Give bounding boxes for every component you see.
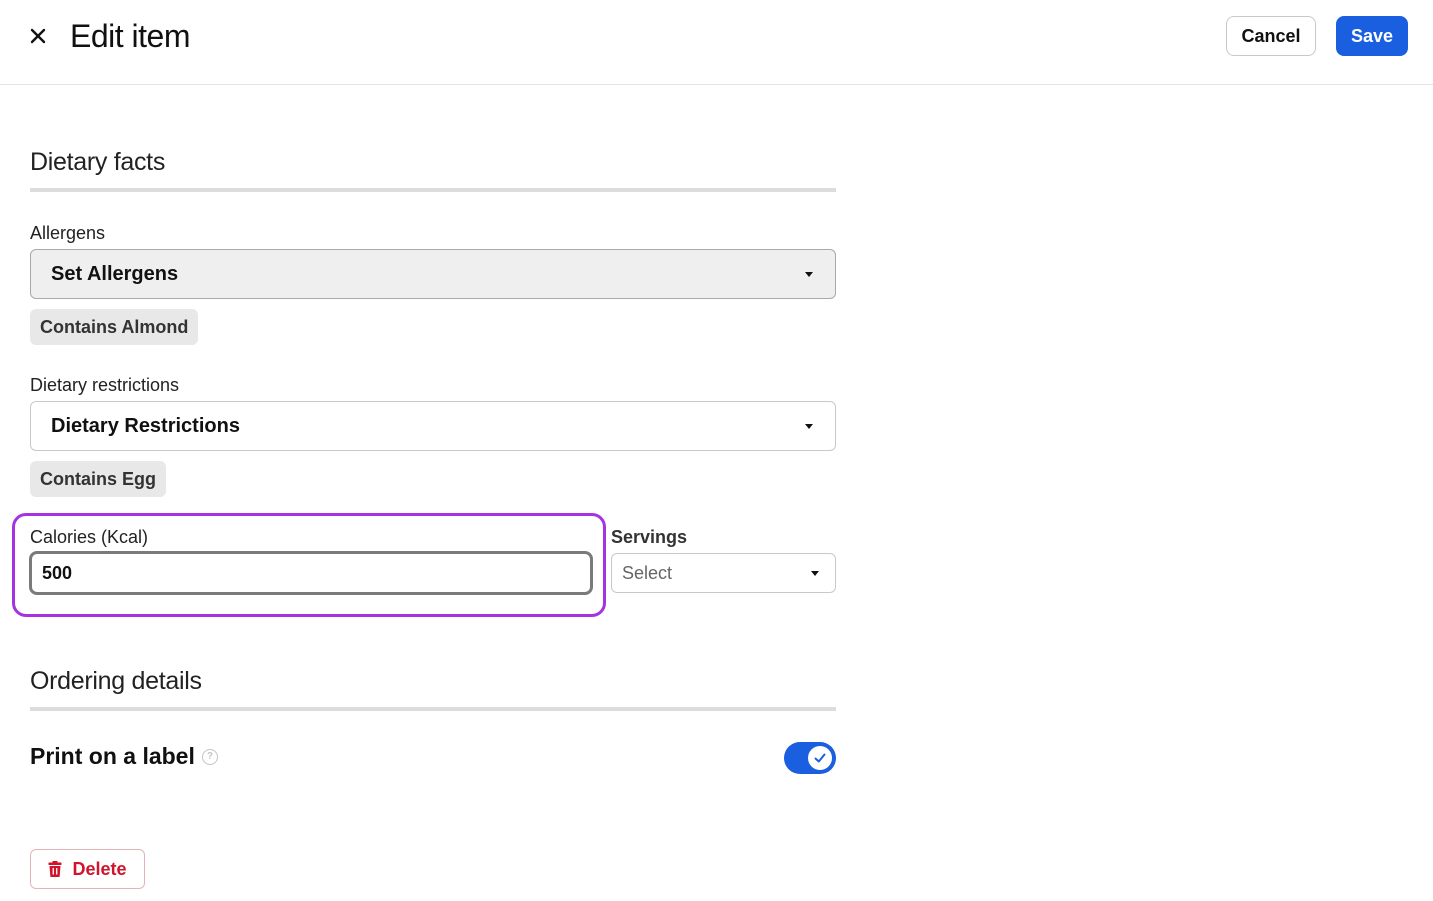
servings-label: Servings — [611, 527, 688, 547]
page-title: Edit item — [70, 18, 190, 54]
servings-select-placeholder: Select — [622, 562, 673, 583]
close-button[interactable] — [22, 20, 54, 52]
calories-label: Calories (Kcal) — [30, 527, 149, 547]
print-on-label-toggle[interactable] — [784, 742, 836, 774]
allergens-select-value: Set Allergens — [51, 262, 179, 285]
caret-down-icon — [805, 424, 813, 429]
servings-select[interactable]: Select — [611, 553, 836, 593]
dietary-restrictions-label: Dietary restrictions — [30, 375, 180, 395]
print-on-label-text: Print on a label — [30, 743, 195, 769]
allergens-select[interactable]: Set Allergens — [30, 249, 836, 299]
allergens-label: Allergens — [30, 223, 106, 243]
cancel-button[interactable]: Cancel — [1226, 16, 1316, 56]
caret-down-icon — [805, 272, 813, 277]
close-icon — [30, 28, 46, 44]
toggle-knob — [808, 746, 832, 770]
dietary-restrictions-select-value: Dietary Restrictions — [51, 414, 240, 437]
print-on-label-row: Print on a label ? — [30, 743, 218, 770]
calories-input[interactable] — [29, 551, 593, 595]
restriction-chip: Contains Egg — [30, 461, 166, 497]
save-button[interactable]: Save — [1336, 16, 1408, 56]
allergen-chip: Contains Almond — [30, 309, 199, 345]
dietary-facts-heading: Dietary facts — [30, 148, 166, 176]
dietary-restrictions-select[interactable]: Dietary Restrictions — [30, 401, 836, 451]
section-divider — [30, 188, 836, 192]
check-icon — [814, 753, 826, 763]
section-divider — [30, 707, 836, 711]
caret-down-icon — [811, 571, 819, 576]
delete-label: Delete — [72, 858, 127, 879]
top-bar: Edit item Cancel Save — [0, 0, 1433, 85]
trash-icon — [48, 861, 62, 877]
help-icon[interactable]: ? — [201, 748, 218, 765]
delete-button[interactable]: Delete — [30, 849, 145, 889]
ordering-details-heading: Ordering details — [30, 667, 202, 695]
